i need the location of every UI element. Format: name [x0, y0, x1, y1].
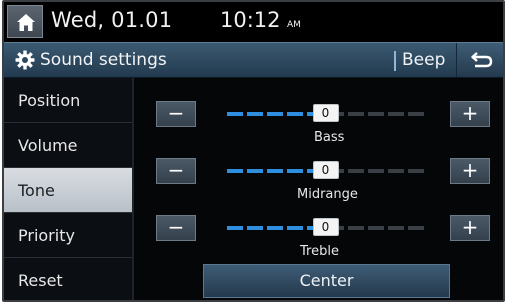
bass-label: Bass — [314, 130, 345, 145]
slider-segment — [387, 226, 404, 230]
slider-segment — [408, 112, 424, 116]
treble-decrease-button[interactable]: − — [156, 215, 196, 241]
slider-segment — [387, 112, 404, 116]
treble-increase-button[interactable]: + — [450, 215, 490, 241]
slider-segment — [347, 112, 364, 116]
back-button[interactable] — [456, 43, 503, 77]
ampm-text: AM — [287, 20, 301, 30]
time-text: 10:12 — [220, 8, 281, 32]
slider-segment — [247, 169, 264, 173]
home-button[interactable] — [7, 5, 43, 38]
midrange-label: Midrange — [297, 187, 358, 202]
slider-segment — [367, 226, 384, 230]
bass-decrease-button[interactable]: − — [156, 101, 196, 127]
sidebar-item-position[interactable]: Position — [4, 78, 132, 123]
sound-settings-screen: Wed, 01.01 10:12 AM Sound settings Beep — [2, 0, 505, 302]
slider-segment — [247, 226, 264, 230]
page-title: Sound settings — [40, 50, 167, 70]
sidebar-divider — [132, 78, 134, 300]
slider-segment — [267, 226, 284, 230]
slider-segment — [287, 112, 304, 116]
treble-label: Treble — [300, 244, 339, 259]
beep-divider — [394, 51, 396, 71]
slider-segment — [367, 169, 384, 173]
slider-segment — [287, 169, 304, 173]
slider-segment — [347, 169, 364, 173]
title-bar: Sound settings Beep — [4, 42, 503, 78]
slider-segment — [267, 112, 284, 116]
slider-segment — [227, 226, 243, 230]
treble-slider-thumb[interactable]: 0 — [312, 218, 339, 236]
slider-segment — [287, 226, 304, 230]
slider-segment — [367, 112, 384, 116]
back-arrow-icon — [471, 52, 493, 68]
treble-row: − 0 Treble + — [154, 215, 496, 265]
bass-row: − 0 Bass + — [154, 101, 496, 151]
slider-segment — [408, 226, 424, 230]
midrange-slider-thumb[interactable]: 0 — [312, 161, 339, 179]
center-button[interactable]: Center — [203, 264, 450, 298]
bass-slider-thumb[interactable]: 0 — [312, 104, 339, 122]
sidebar-item-volume[interactable]: Volume — [4, 123, 132, 168]
slider-segment — [227, 112, 243, 116]
gear-icon — [15, 50, 35, 70]
sidebar-item-priority[interactable]: Priority — [4, 213, 132, 258]
sidebar-item-reset[interactable]: Reset — [4, 258, 132, 300]
slider-segment — [387, 169, 404, 173]
slider-segment — [347, 226, 364, 230]
slider-segment — [227, 169, 243, 173]
date-text: Wed, 01.01 — [51, 8, 173, 32]
midrange-row: − 0 Midrange + — [154, 158, 496, 208]
slider-segment — [408, 169, 424, 173]
sidebar-item-tone[interactable]: Tone — [4, 168, 132, 213]
beep-button[interactable]: Beep — [402, 50, 445, 70]
home-icon — [17, 14, 35, 31]
slider-segment — [247, 112, 264, 116]
midrange-decrease-button[interactable]: − — [156, 158, 196, 184]
status-bar: Wed, 01.01 10:12 AM — [4, 2, 503, 42]
midrange-increase-button[interactable]: + — [450, 158, 490, 184]
sidebar: Position Volume Tone Priority Reset — [4, 78, 132, 300]
bass-increase-button[interactable]: + — [450, 101, 490, 127]
slider-segment — [267, 169, 284, 173]
